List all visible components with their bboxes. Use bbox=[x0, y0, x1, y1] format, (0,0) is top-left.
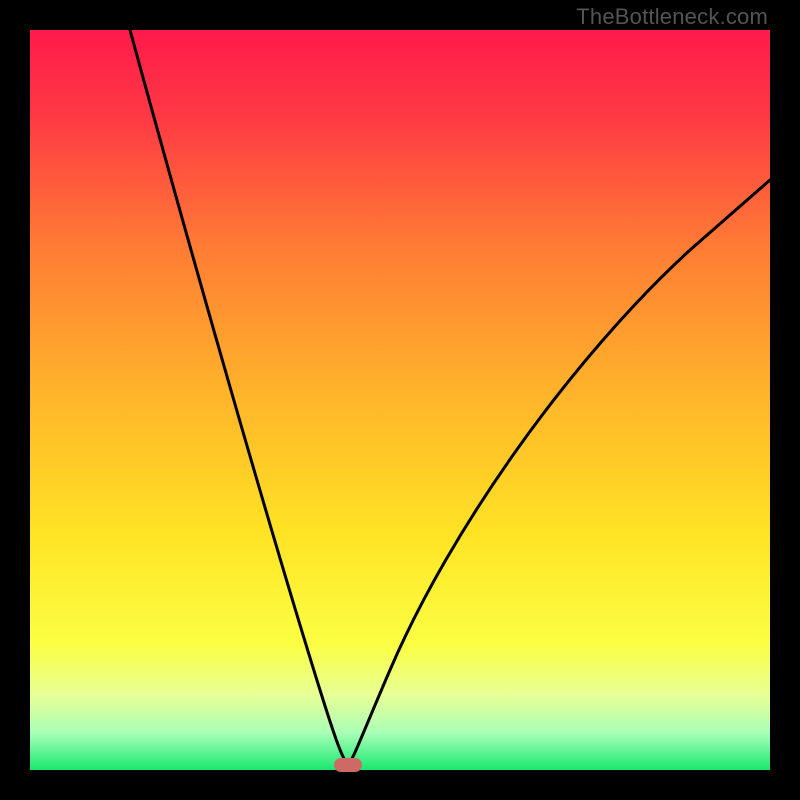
chart-svg bbox=[30, 30, 770, 770]
watermark-text: TheBottleneck.com bbox=[576, 4, 768, 30]
gradient-background bbox=[30, 30, 770, 770]
vertex-marker bbox=[334, 758, 362, 772]
chart-frame bbox=[30, 30, 770, 770]
